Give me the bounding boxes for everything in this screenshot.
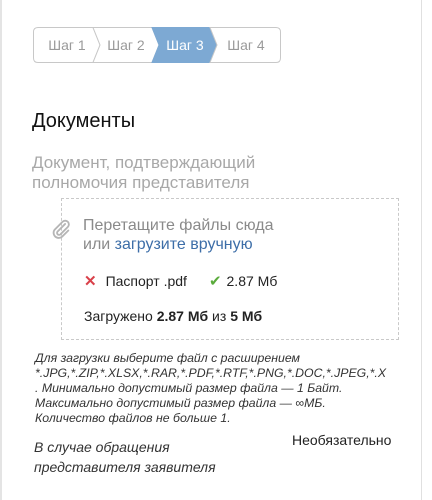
or-text: или <box>83 236 111 253</box>
hint-line-1: Для загрузки выберите файл с расширением <box>35 351 300 365</box>
drag-text: Перетащите файлы сюда <box>83 217 274 234</box>
uploaded-size: 2.87 Мб <box>156 308 209 324</box>
upload-line: или загрузите вручную <box>83 235 273 254</box>
representative-note: В случае обращения представителя заявите… <box>34 437 216 477</box>
representative-note-line-1: В случае обращения <box>34 439 170 455</box>
dropzone-text: Перетащите файлы сюда или загрузите вруч… <box>83 216 273 254</box>
section-title: Документы <box>32 110 136 132</box>
step-1-label[interactable]: Шаг 1 <box>39 27 95 63</box>
hint-line-4: Максимально допустимый размер файла — ∞М… <box>35 396 326 410</box>
document-title: Документ, подтверждающий полномочия пред… <box>32 153 412 193</box>
hint-line-5: Количество файлов не больше 1. <box>35 411 231 425</box>
uploaded-file-row: ✕ Паспорт .pdf ✔ 2.87 Мб <box>84 272 277 290</box>
step-2-label[interactable]: Шаг 2 <box>98 27 154 63</box>
left-edge <box>0 0 2 500</box>
hint-line-3: . Минимально допустимый размер файла — 1… <box>35 381 343 395</box>
upload-summary: Загружено 2.87 Мб из 5 Мб <box>84 308 262 324</box>
paperclip-icon <box>52 219 70 239</box>
representative-note-line-2: представителя заявителя <box>34 459 216 475</box>
upload-summary-of: из <box>212 308 227 324</box>
step-3-label[interactable]: Шаг 3 <box>157 27 213 63</box>
document-title-line-2: полномочия представителя <box>32 173 250 192</box>
upload-summary-prefix: Загружено <box>84 308 153 324</box>
check-icon: ✔ <box>208 273 222 290</box>
file-name: Паспорт .pdf <box>105 273 187 289</box>
document-title-line-1: Документ, подтверждающий <box>32 153 256 172</box>
close-icon[interactable]: ✕ <box>84 273 97 290</box>
upload-limit: 5 Мб <box>230 308 263 324</box>
upload-hint: Для загрузки выберите файл с расширением… <box>35 351 432 426</box>
step-4-label[interactable]: Шаг 4 <box>216 27 276 63</box>
hint-line-2: *.JPG,*.ZIP,*.XLSX,*.RAR,*.PDF,*.RTF,*.P… <box>35 366 387 380</box>
optional-label: Необязательно <box>292 432 392 448</box>
upload-manually-link[interactable]: загрузите вручную <box>115 236 253 253</box>
file-size: 2.87 Мб <box>226 273 278 289</box>
